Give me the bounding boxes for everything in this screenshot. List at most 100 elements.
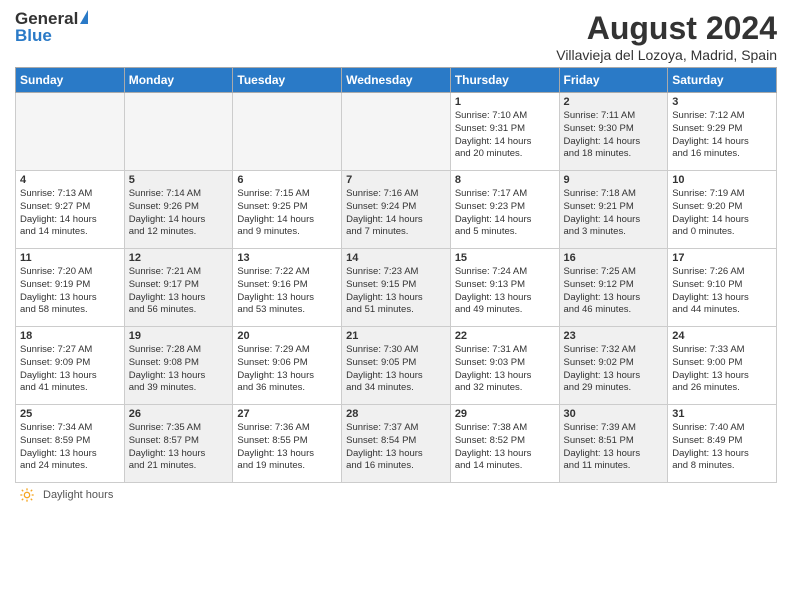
calendar-day: 6 Sunrise: 7:15 AM Sunset: 9:25 PM Daylig…: [233, 171, 342, 249]
day-info: Sunrise: 7:33 AM Sunset: 9:00 PM Dayligh…: [672, 344, 772, 395]
day-number: 30: [564, 408, 664, 420]
day-info: Sunrise: 7:39 AM Sunset: 8:51 PM Dayligh…: [564, 422, 664, 473]
calendar-week-2: 4Sunrise: 7:13 AM Sunset: 9:27 PM Daylig…: [16, 171, 777, 249]
day-info: Sunrise: 7:22 AM Sunset: 9:16 PM Dayligh…: [237, 266, 337, 317]
calendar-day: [16, 93, 125, 171]
calendar-day: 2 Sunrise: 7:11 AM Sunset: 9:30 PM Daylig…: [559, 93, 668, 171]
calendar-week-5: 25 Sunrise: 7:34 AM Sunset: 8:59 PM Dayli…: [16, 405, 777, 483]
calendar-day: 30 Sunrise: 7:39 AM Sunset: 8:51 PM Dayli…: [559, 405, 668, 483]
calendar-day: 9 Sunrise: 7:18 AM Sunset: 9:21 PM Daylig…: [559, 171, 668, 249]
column-header-thursday: Thursday: [450, 68, 559, 93]
day-info: Sunrise: 7:31 AM Sunset: 9:03 PM Dayligh…: [455, 344, 555, 395]
day-info: Sunrise: 7:20 AM Sunset: 9:19 PM Dayligh…: [20, 266, 120, 317]
day-number: 20: [237, 330, 337, 342]
day-info: Sunrise: 7:15 AM Sunset: 9:25 PM Dayligh…: [237, 188, 337, 239]
day-number: 6: [237, 174, 337, 186]
calendar-day: 17Sunrise: 7:26 AM Sunset: 9:10 PM Dayli…: [668, 249, 777, 327]
day-info: Sunrise: 7:40 AM Sunset: 8:49 PM Dayligh…: [672, 422, 772, 473]
day-number: 8: [455, 174, 555, 186]
day-number: 16: [564, 252, 664, 264]
day-info: Sunrise: 7:12 AM Sunset: 9:29 PM Dayligh…: [672, 110, 772, 161]
month-year-title: August 2024: [556, 10, 777, 47]
day-info: Sunrise: 7:10 AM Sunset: 9:31 PM Dayligh…: [455, 110, 555, 161]
daylight-label: Daylight hours: [43, 489, 113, 501]
day-number: 9: [564, 174, 664, 186]
day-info: Sunrise: 7:19 AM Sunset: 9:20 PM Dayligh…: [672, 188, 772, 239]
column-header-friday: Friday: [559, 68, 668, 93]
column-header-sunday: Sunday: [16, 68, 125, 93]
page-container: General Blue August 2024 Villavieja del …: [0, 0, 792, 508]
day-number: 21: [346, 330, 446, 342]
calendar-week-1: 1 Sunrise: 7:10 AM Sunset: 9:31 PM Daylig…: [16, 93, 777, 171]
footer: Daylight hours: [15, 487, 777, 503]
day-info: Sunrise: 7:21 AM Sunset: 9:17 PM Dayligh…: [129, 266, 229, 317]
calendar-day: 24 Sunrise: 7:33 AM Sunset: 9:00 PM Dayli…: [668, 327, 777, 405]
calendar-day: 3Sunrise: 7:12 AM Sunset: 9:29 PM Daylig…: [668, 93, 777, 171]
day-number: 24: [672, 330, 772, 342]
calendar-day: [124, 93, 233, 171]
day-number: 29: [455, 408, 555, 420]
logo-blue: Blue: [15, 27, 52, 46]
calendar-table: SundayMondayTuesdayWednesdayThursdayFrid…: [15, 67, 777, 483]
calendar-day: 21Sunrise: 7:30 AM Sunset: 9:05 PM Dayli…: [342, 327, 451, 405]
day-number: 13: [237, 252, 337, 264]
calendar-day: 15 Sunrise: 7:24 AM Sunset: 9:13 PM Dayli…: [450, 249, 559, 327]
calendar-day: [342, 93, 451, 171]
calendar-day: 5 Sunrise: 7:14 AM Sunset: 9:26 PM Daylig…: [124, 171, 233, 249]
calendar-day: 18Sunrise: 7:27 AM Sunset: 9:09 PM Dayli…: [16, 327, 125, 405]
day-info: Sunrise: 7:23 AM Sunset: 9:15 PM Dayligh…: [346, 266, 446, 317]
day-number: 22: [455, 330, 555, 342]
day-number: 2: [564, 96, 664, 108]
day-info: Sunrise: 7:14 AM Sunset: 9:26 PM Dayligh…: [129, 188, 229, 239]
day-info: Sunrise: 7:25 AM Sunset: 9:12 PM Dayligh…: [564, 266, 664, 317]
header: General Blue August 2024 Villavieja del …: [15, 10, 777, 63]
logo-triangle-icon: [80, 10, 88, 24]
day-number: 11: [20, 252, 120, 264]
title-block: August 2024 Villavieja del Lozoya, Madri…: [556, 10, 777, 63]
day-info: Sunrise: 7:28 AM Sunset: 9:08 PM Dayligh…: [129, 344, 229, 395]
calendar-day: 10 Sunrise: 7:19 AM Sunset: 9:20 PM Dayli…: [668, 171, 777, 249]
calendar-day: 31Sunrise: 7:40 AM Sunset: 8:49 PM Dayli…: [668, 405, 777, 483]
calendar-day: 22 Sunrise: 7:31 AM Sunset: 9:03 PM Dayli…: [450, 327, 559, 405]
day-number: 25: [20, 408, 120, 420]
logo: General Blue: [15, 10, 88, 45]
column-header-tuesday: Tuesday: [233, 68, 342, 93]
calendar-header-row: SundayMondayTuesdayWednesdayThursdayFrid…: [16, 68, 777, 93]
calendar-day: 11 Sunrise: 7:20 AM Sunset: 9:19 PM Dayli…: [16, 249, 125, 327]
day-info: Sunrise: 7:16 AM Sunset: 9:24 PM Dayligh…: [346, 188, 446, 239]
day-info: Sunrise: 7:29 AM Sunset: 9:06 PM Dayligh…: [237, 344, 337, 395]
day-number: 28: [346, 408, 446, 420]
calendar-day: 23 Sunrise: 7:32 AM Sunset: 9:02 PM Dayli…: [559, 327, 668, 405]
column-header-monday: Monday: [124, 68, 233, 93]
calendar-day: 29 Sunrise: 7:38 AM Sunset: 8:52 PM Dayli…: [450, 405, 559, 483]
day-info: Sunrise: 7:11 AM Sunset: 9:30 PM Dayligh…: [564, 110, 664, 161]
day-number: 1: [455, 96, 555, 108]
day-number: 23: [564, 330, 664, 342]
calendar-day: 12Sunrise: 7:21 AM Sunset: 9:17 PM Dayli…: [124, 249, 233, 327]
calendar-day: 25 Sunrise: 7:34 AM Sunset: 8:59 PM Dayli…: [16, 405, 125, 483]
day-info: Sunrise: 7:35 AM Sunset: 8:57 PM Dayligh…: [129, 422, 229, 473]
day-info: Sunrise: 7:18 AM Sunset: 9:21 PM Dayligh…: [564, 188, 664, 239]
day-number: 5: [129, 174, 229, 186]
day-info: Sunrise: 7:38 AM Sunset: 8:52 PM Dayligh…: [455, 422, 555, 473]
calendar-day: 4Sunrise: 7:13 AM Sunset: 9:27 PM Daylig…: [16, 171, 125, 249]
calendar-day: 20 Sunrise: 7:29 AM Sunset: 9:06 PM Dayli…: [233, 327, 342, 405]
day-number: 4: [20, 174, 120, 186]
day-info: Sunrise: 7:34 AM Sunset: 8:59 PM Dayligh…: [20, 422, 120, 473]
day-number: 14: [346, 252, 446, 264]
day-number: 10: [672, 174, 772, 186]
day-info: Sunrise: 7:24 AM Sunset: 9:13 PM Dayligh…: [455, 266, 555, 317]
day-number: 15: [455, 252, 555, 264]
calendar-day: [233, 93, 342, 171]
day-number: 27: [237, 408, 337, 420]
calendar-day: 19Sunrise: 7:28 AM Sunset: 9:08 PM Dayli…: [124, 327, 233, 405]
location-subtitle: Villavieja del Lozoya, Madrid, Spain: [556, 47, 777, 63]
column-header-saturday: Saturday: [668, 68, 777, 93]
day-number: 18: [20, 330, 120, 342]
day-info: Sunrise: 7:37 AM Sunset: 8:54 PM Dayligh…: [346, 422, 446, 473]
calendar-day: 14 Sunrise: 7:23 AM Sunset: 9:15 PM Dayli…: [342, 249, 451, 327]
logo-block: General Blue: [15, 10, 88, 45]
calendar-week-4: 18Sunrise: 7:27 AM Sunset: 9:09 PM Dayli…: [16, 327, 777, 405]
day-info: Sunrise: 7:32 AM Sunset: 9:02 PM Dayligh…: [564, 344, 664, 395]
sun-icon: [19, 487, 35, 503]
